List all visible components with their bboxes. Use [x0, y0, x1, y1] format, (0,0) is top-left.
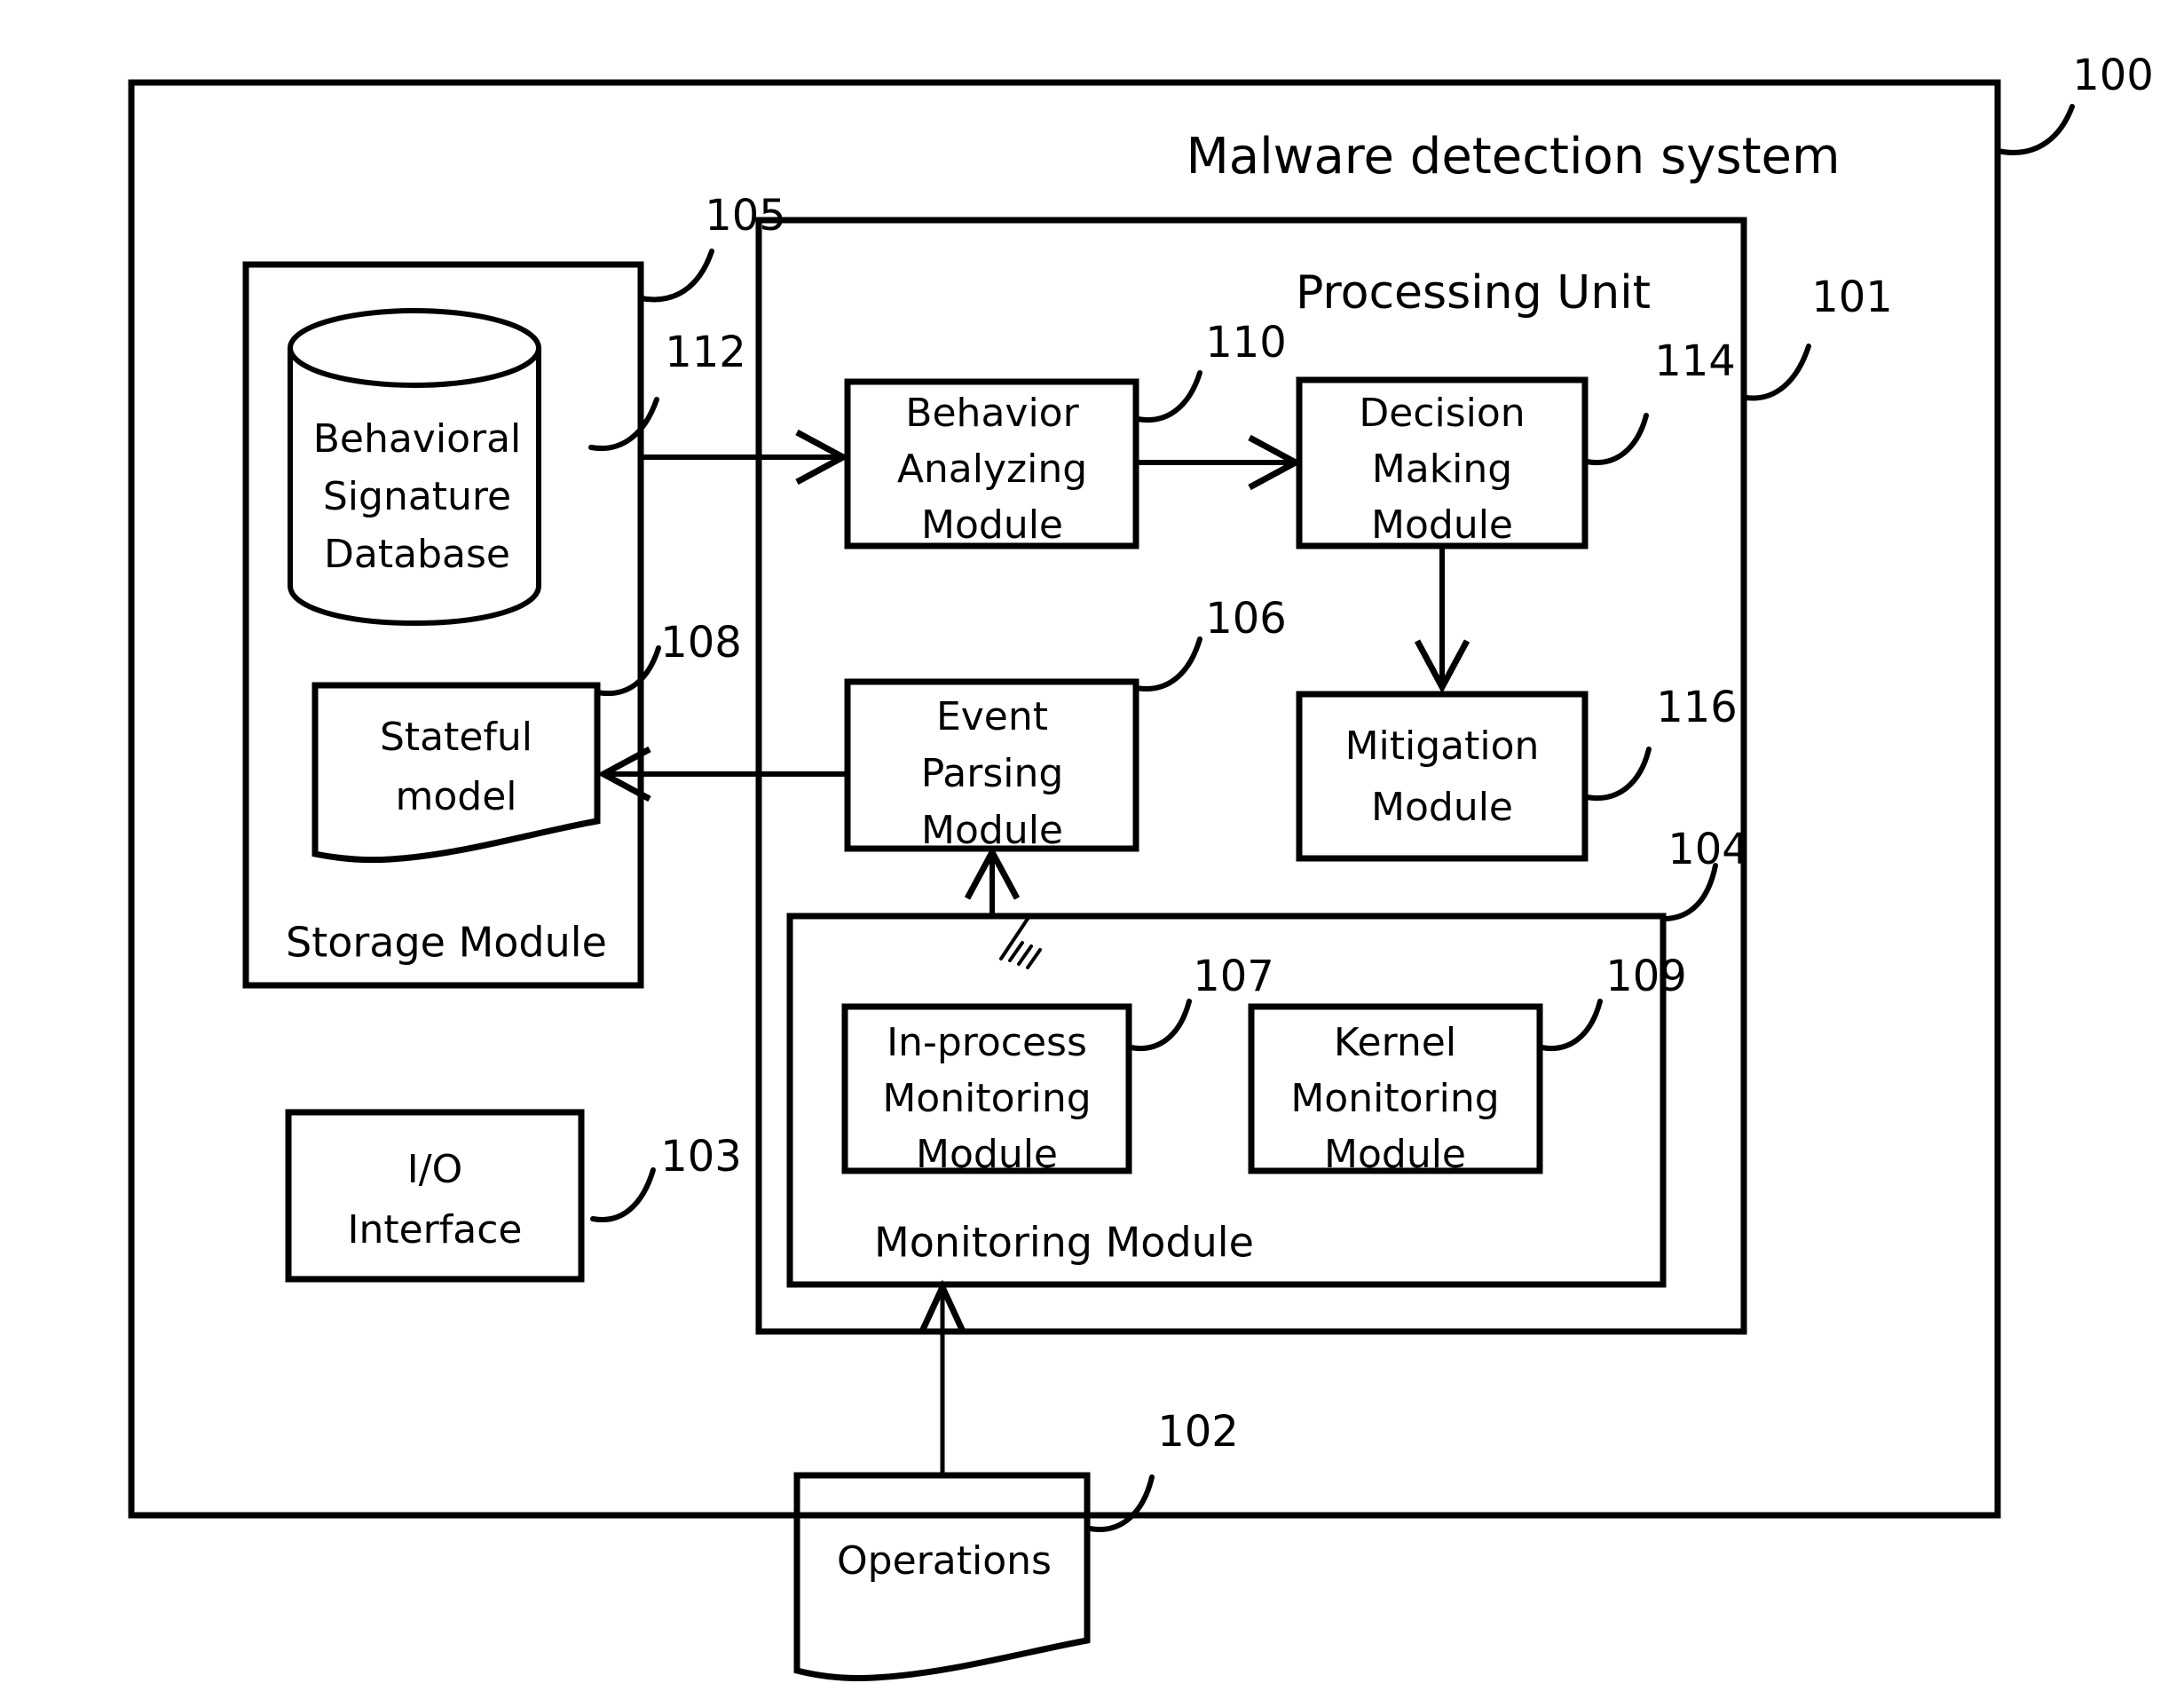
leader-line-102: [1087, 1474, 1155, 1532]
leader-line-107: [1128, 999, 1192, 1051]
stateful-model-shape: [311, 682, 601, 864]
in-process-monitoring-module-line2: Monitoring: [882, 1076, 1091, 1121]
leader-line-116: [1584, 747, 1652, 801]
decision-making-module-line3: Module: [1371, 502, 1513, 548]
leader-line-108: [595, 645, 661, 697]
storage-module-label: Storage Module: [286, 919, 607, 967]
leader-line-114: [1584, 413, 1649, 465]
io-interface-line1: I/O: [407, 1147, 462, 1192]
ref-102: 102: [1157, 1407, 1239, 1457]
kernel-monitoring-module-line3: Module: [1324, 1132, 1466, 1177]
ref-106: 106: [1205, 594, 1287, 644]
kernel-monitoring-module-line1: Kernel: [1334, 1020, 1456, 1065]
connector-event-parsing-to-stateful-model: [596, 746, 845, 802]
leader-line-100: [1995, 104, 2075, 155]
operations-label: Operations: [837, 1538, 1052, 1584]
stateful-model-line2: model: [395, 774, 516, 819]
behavioral-signature-database-line2: Signature: [323, 474, 511, 519]
leader-line-109: [1539, 999, 1603, 1051]
ref-108: 108: [660, 618, 742, 668]
monitoring-module-label: Monitoring Module: [874, 1219, 1254, 1267]
ref-105: 105: [705, 191, 786, 241]
behavior-analyzing-module-line3: Module: [921, 502, 1063, 548]
leader-line-103: [590, 1167, 656, 1222]
patent-figure-canvas: Malware detection system 100 Processing …: [0, 0, 2184, 1707]
processing-unit-label: Processing Unit: [1296, 266, 1651, 320]
kernel-monitoring-module-line2: Monitoring: [1290, 1076, 1499, 1121]
decision-making-module-line1: Decision: [1359, 391, 1525, 436]
connector-behavior-to-decision: [1136, 434, 1303, 491]
in-process-monitoring-module-line1: In-process: [887, 1020, 1087, 1065]
decision-making-module-line2: Making: [1372, 447, 1512, 492]
mitigation-module-box: [1296, 691, 1589, 862]
leader-line-101: [1744, 344, 1811, 401]
leader-line-112: [588, 397, 659, 451]
leader-line-106: [1133, 636, 1202, 691]
ref-114: 114: [1654, 336, 1736, 386]
ref-109: 109: [1605, 952, 1687, 1001]
event-parsing-module-line2: Parsing: [921, 751, 1064, 796]
malware-detection-system-diagram: Malware detection system 100 Processing …: [128, 51, 2154, 1682]
ref-107: 107: [1193, 952, 1274, 1001]
io-interface-box: [285, 1109, 585, 1283]
ref-116: 116: [1656, 683, 1738, 732]
ref-103: 103: [660, 1132, 742, 1181]
in-process-monitoring-module-line3: Module: [916, 1132, 1058, 1177]
stateful-model-line1: Stateful: [380, 715, 532, 760]
mitigation-module-line2: Module: [1371, 785, 1513, 830]
connector-db-to-behavior-analyzing: [642, 429, 850, 486]
mitigation-module-line1: Mitigation: [1345, 723, 1540, 769]
behavioral-signature-database-line3: Database: [324, 532, 510, 577]
io-interface-line2: Interface: [348, 1207, 523, 1253]
behavior-analyzing-module-line2: Analyzing: [897, 447, 1087, 492]
connector-operations-to-monitoring: [918, 1279, 967, 1474]
connector-monitoring-to-event-parsing: [964, 845, 1042, 969]
ref-101: 101: [1811, 273, 1893, 322]
ref-110: 110: [1205, 318, 1287, 367]
behavior-analyzing-module-line1: Behavior: [905, 391, 1079, 436]
behavioral-signature-database-line1: Behavioral: [313, 416, 522, 462]
connector-decision-to-mitigation: [1414, 546, 1470, 694]
ref-100: 100: [2072, 51, 2154, 100]
leader-line-110: [1135, 370, 1202, 423]
ref-104: 104: [1668, 825, 1749, 874]
event-parsing-module-line1: Event: [936, 694, 1048, 739]
system-title: Malware detection system: [1186, 128, 1840, 186]
ref-112: 112: [665, 328, 746, 377]
leader-line-105: [638, 249, 714, 303]
